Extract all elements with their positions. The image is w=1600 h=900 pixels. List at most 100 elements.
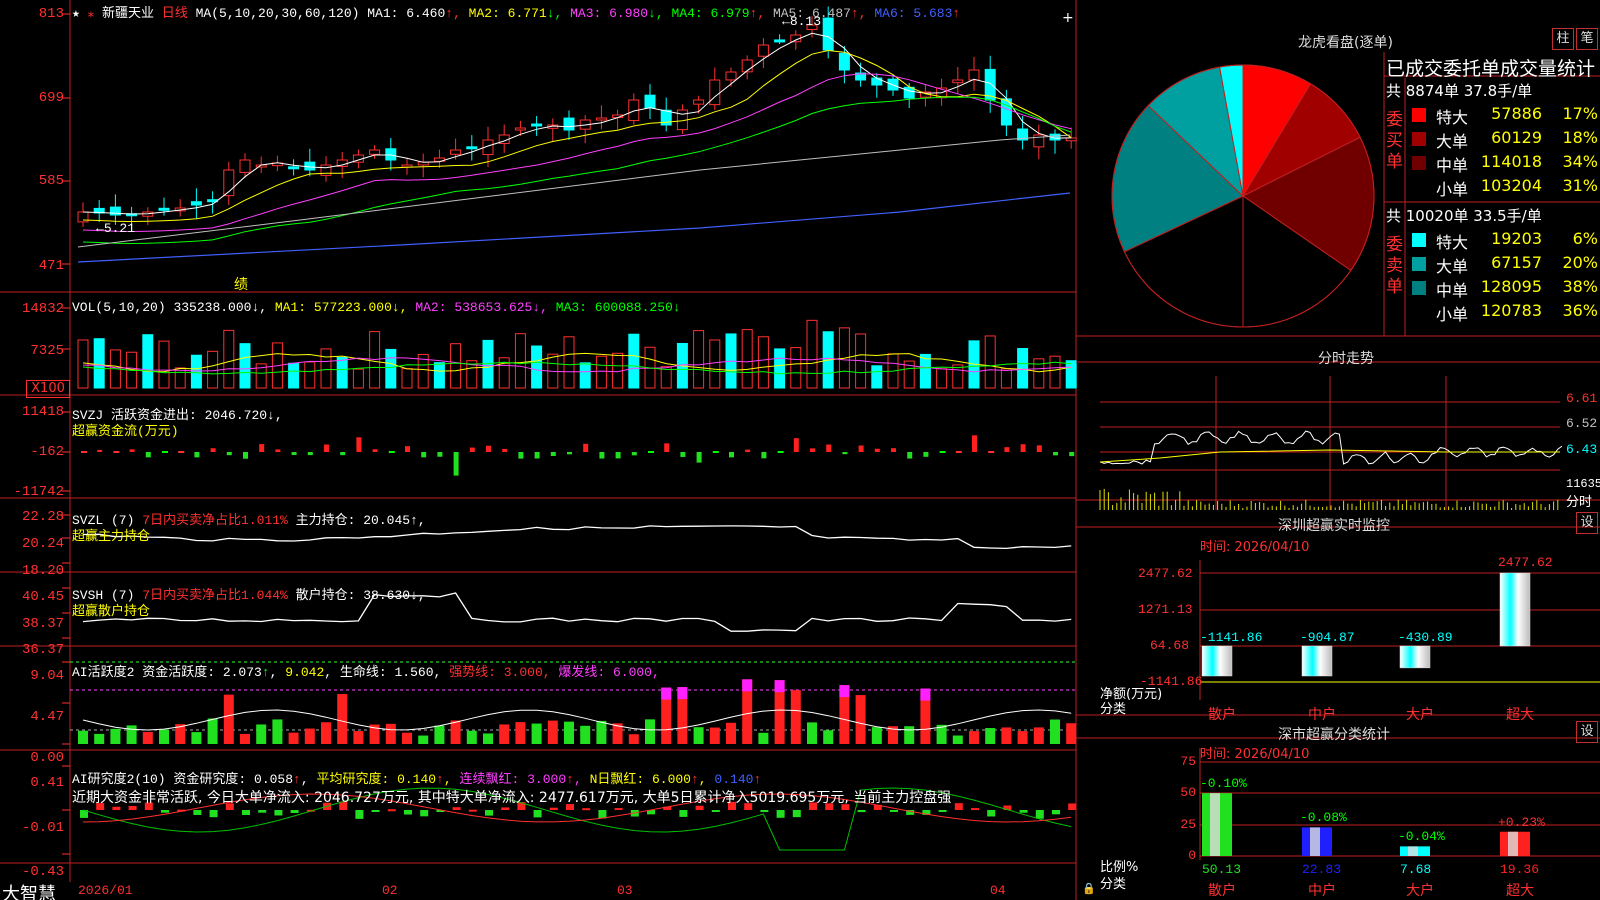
monitor-settings-button[interactable]: 设	[1576, 512, 1598, 534]
brand-logo[interactable]: 大智慧	[2, 880, 56, 900]
volume-bar	[352, 368, 364, 389]
research-bar	[938, 810, 947, 812]
legend-swatch	[1412, 180, 1426, 194]
row-label: 中单	[1436, 156, 1469, 175]
row-label: 特大	[1436, 233, 1469, 252]
classify-cat-label: 分类	[1100, 877, 1127, 892]
classify-bar-highlight	[1310, 827, 1320, 856]
stock-name[interactable]: 新疆天业	[102, 6, 154, 21]
legend-swatch	[1412, 305, 1426, 319]
research-bar	[371, 810, 380, 812]
research-bar	[1019, 810, 1028, 813]
flow-bar	[194, 452, 200, 458]
volume-bar	[919, 353, 931, 389]
candle-body-down	[385, 148, 397, 161]
row-value: 57886	[1491, 104, 1542, 123]
research-bar	[485, 810, 493, 816]
activity-bar	[904, 726, 915, 744]
bar-mode-button[interactable]: 柱	[1552, 28, 1574, 50]
volume-bar	[514, 333, 526, 389]
activity-bar	[823, 730, 834, 744]
legend-swatch	[1412, 156, 1426, 170]
earnings-mark[interactable]: 绩	[234, 274, 248, 294]
volume-bar	[433, 362, 445, 389]
svzl-tick-1: 22.28	[21, 509, 64, 525]
research-bar	[679, 810, 688, 817]
flow-bar	[340, 452, 346, 456]
candle-body-up	[968, 69, 980, 81]
classify-tick-1: 75	[1180, 754, 1196, 769]
activity-bar	[466, 730, 477, 744]
activity-bar	[142, 731, 153, 744]
candle-body-up	[725, 71, 737, 81]
activity-bar	[547, 720, 558, 744]
monitor-bar-label: -904.87	[1300, 630, 1355, 645]
research-bar	[193, 810, 202, 815]
volume-bar	[77, 339, 89, 389]
monitor-time: 时间: 2026/04/10	[1200, 540, 1310, 555]
vol-tick-2: 7325	[30, 343, 64, 359]
ma6-line	[77, 192, 1071, 263]
lock-icon[interactable]: 🔒	[1082, 882, 1096, 895]
monitor-bar-label: -1141.86	[1200, 630, 1263, 645]
x-axis-label-2: 02	[382, 883, 398, 898]
classify-value-label: 22.83	[1302, 862, 1342, 877]
volume-bar	[320, 348, 332, 389]
flow-bar	[1053, 452, 1058, 456]
flow-bar	[907, 452, 913, 459]
svsh-tick-2: 38.37	[21, 616, 64, 632]
svzl-tick-3: 18.20	[21, 563, 64, 579]
plus-icon[interactable]: +	[1062, 10, 1074, 26]
svsh-subtitle: 超赢散户持仓	[72, 604, 151, 619]
pen-mode-button[interactable]: 笔	[1576, 28, 1598, 50]
flow-bar	[1020, 444, 1026, 452]
candle-body-up	[450, 149, 462, 155]
flow-bar	[210, 448, 216, 452]
svzj-subtitle: 超赢资金流(万元)	[72, 424, 179, 439]
activity-bar	[256, 724, 267, 744]
flow-bar	[259, 444, 265, 452]
activity-bar	[531, 723, 542, 744]
classify-category: 大户	[1406, 883, 1434, 899]
activity-peak	[677, 687, 688, 700]
legend-swatch	[1412, 108, 1426, 122]
svzj-tick-3: -11742	[13, 484, 64, 500]
classify-time: 时间: 2026/04/10	[1200, 747, 1310, 762]
buy-row: 大单 60129 18%	[1408, 128, 1600, 152]
row-value: 114018	[1480, 152, 1542, 171]
candle-body-down	[158, 207, 170, 211]
flow-bar	[615, 452, 621, 459]
candle-body-down	[563, 117, 575, 131]
period-label[interactable]: 日线	[162, 6, 188, 21]
volume-bar	[336, 356, 348, 389]
flow-bar	[842, 452, 848, 455]
activity-bar	[1017, 731, 1028, 744]
flow-bar	[810, 448, 815, 452]
x-axis-label-3: 03	[617, 883, 633, 898]
candle-body-up	[595, 117, 607, 121]
row-value: 67157	[1491, 253, 1542, 272]
price-header: ★ ⁎ 新疆天业 日线 MA(5,10,20,30,60,120) MA1: 6…	[72, 2, 960, 21]
ai2-header: AI活跃度2 资金活跃度: 2.073↑, 9.042, 生命线: 1.560,…	[72, 665, 660, 680]
classify-change-label: -0.08%	[1300, 810, 1347, 826]
activity-bar	[434, 725, 445, 744]
svzj-tick-1: 11418	[21, 404, 64, 420]
row-percent: 36%	[1562, 301, 1598, 320]
main-chart-area[interactable]	[0, 0, 1600, 900]
flow-bar	[858, 445, 864, 452]
volume-bar	[304, 361, 316, 389]
activity-bar	[385, 723, 396, 744]
favorite-star-icon[interactable]: ★	[72, 6, 80, 21]
candle-body-down	[774, 39, 786, 43]
flow-bar	[631, 452, 637, 456]
activity-bar	[1033, 727, 1044, 744]
flow-bar	[826, 444, 832, 452]
classify-settings-button[interactable]: 设	[1576, 721, 1598, 743]
flow-bar	[518, 452, 524, 459]
candle-body-up	[709, 79, 721, 106]
vol-unit-button[interactable]: X100	[26, 380, 70, 398]
svsh-tick-3: 36.37	[21, 642, 64, 658]
classify-value-label: 7.68	[1400, 862, 1432, 877]
activity-bar	[952, 735, 963, 744]
volume-bar	[223, 329, 235, 389]
